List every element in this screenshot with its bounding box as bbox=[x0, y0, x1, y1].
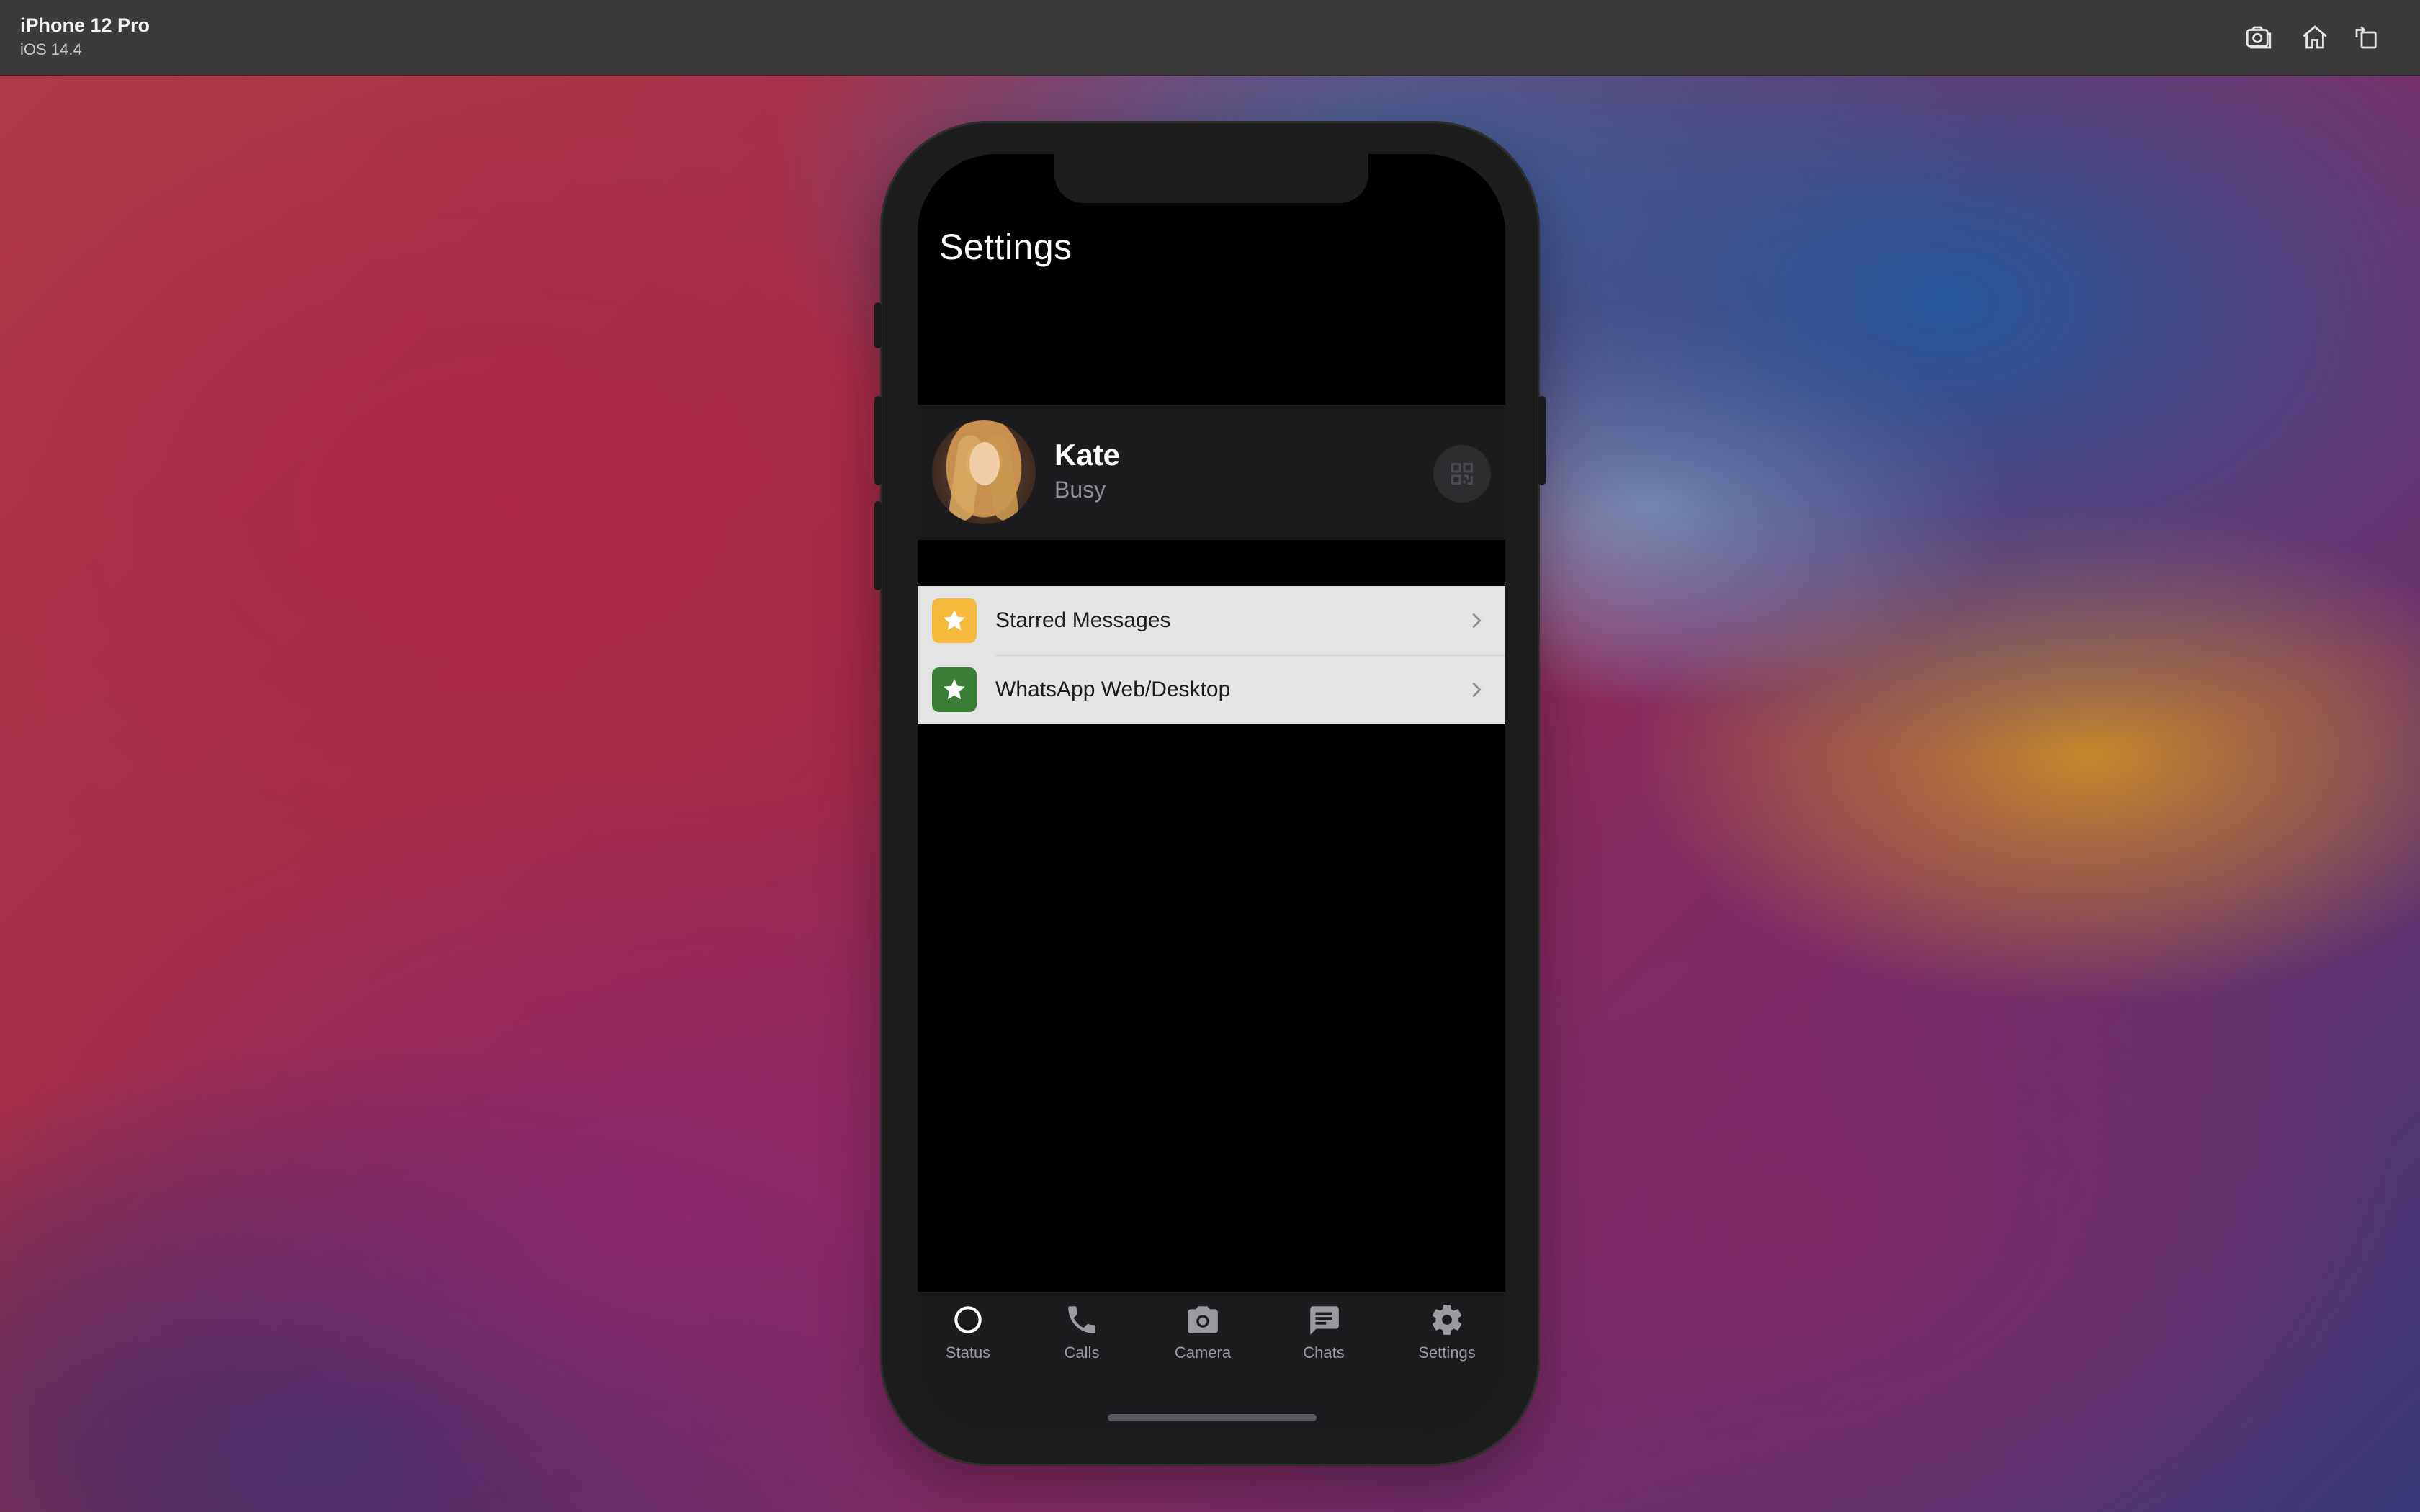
tab-settings[interactable]: Settings bbox=[1400, 1302, 1494, 1374]
simulator-toolbar: iPhone 12 Pro iOS 14.4 bbox=[0, 0, 2420, 76]
tab-label: Chats bbox=[1303, 1344, 1345, 1362]
tab-camera[interactable]: Camera bbox=[1156, 1302, 1250, 1374]
chevron-right-icon bbox=[1472, 613, 1482, 629]
profile-status: Busy bbox=[1054, 477, 1106, 503]
tab-chats[interactable]: Chats bbox=[1277, 1302, 1371, 1374]
profile-row[interactable]: Kate Busy bbox=[918, 405, 1505, 540]
menu-item-label: Starred Messages bbox=[995, 608, 1171, 632]
os-version: iOS 14.4 bbox=[20, 40, 82, 58]
home-indicator bbox=[1108, 1414, 1317, 1421]
home-button[interactable] bbox=[2298, 20, 2332, 55]
rotate-icon bbox=[2355, 26, 2377, 49]
star-icon bbox=[944, 678, 965, 700]
mute-switch bbox=[874, 302, 882, 348]
menu-item-starred-messages[interactable]: Starred Messages bbox=[918, 586, 1505, 655]
phone-screen: Settings Kate Busy Starred Messages What… bbox=[918, 154, 1505, 1433]
gear-icon bbox=[1432, 1305, 1462, 1335]
iphone-frame: Settings Kate Busy Starred Messages What… bbox=[874, 121, 1546, 1466]
menu-item-label: WhatsApp Web/Desktop bbox=[995, 678, 1231, 701]
power-button bbox=[1538, 396, 1546, 485]
chat-bubble-icon bbox=[1310, 1306, 1339, 1335]
starred-messages-icon-tile bbox=[932, 598, 977, 643]
status-circle-icon bbox=[954, 1306, 982, 1333]
tab-bar: Status Calls Camera Chats Settings bbox=[918, 1292, 1505, 1433]
screenshot-button[interactable] bbox=[2241, 20, 2276, 55]
screenshot-icon bbox=[2246, 26, 2272, 49]
tab-label: Settings bbox=[1418, 1344, 1476, 1362]
home-icon bbox=[2303, 25, 2327, 49]
whatsapp-web-icon-tile bbox=[932, 667, 977, 712]
star-icon bbox=[944, 609, 965, 631]
tab-status[interactable]: Status bbox=[921, 1302, 1015, 1374]
profile-name: Kate bbox=[1054, 438, 1121, 472]
tab-label: Status bbox=[945, 1344, 991, 1362]
tab-label: Calls bbox=[1064, 1344, 1100, 1362]
menu-item-whatsapp-web[interactable]: WhatsApp Web/Desktop bbox=[918, 655, 1505, 724]
settings-menu: Starred Messages WhatsApp Web/Desktop bbox=[918, 586, 1505, 724]
chevron-right-icon bbox=[1472, 682, 1482, 698]
rotate-button[interactable] bbox=[2349, 20, 2384, 55]
volume-down-button bbox=[874, 501, 882, 590]
qr-code-icon bbox=[1451, 463, 1473, 485]
phone-icon bbox=[1068, 1306, 1095, 1333]
tab-label: Camera bbox=[1174, 1344, 1232, 1362]
notch bbox=[1054, 154, 1368, 203]
device-name: iPhone 12 Pro bbox=[20, 14, 151, 36]
tab-calls[interactable]: Calls bbox=[1035, 1302, 1129, 1374]
qr-code-button[interactable] bbox=[1433, 445, 1491, 503]
camera-icon bbox=[1188, 1306, 1218, 1333]
avatar[interactable] bbox=[932, 420, 1036, 524]
volume-up-button bbox=[874, 396, 882, 485]
page-title: Settings bbox=[939, 227, 1072, 267]
